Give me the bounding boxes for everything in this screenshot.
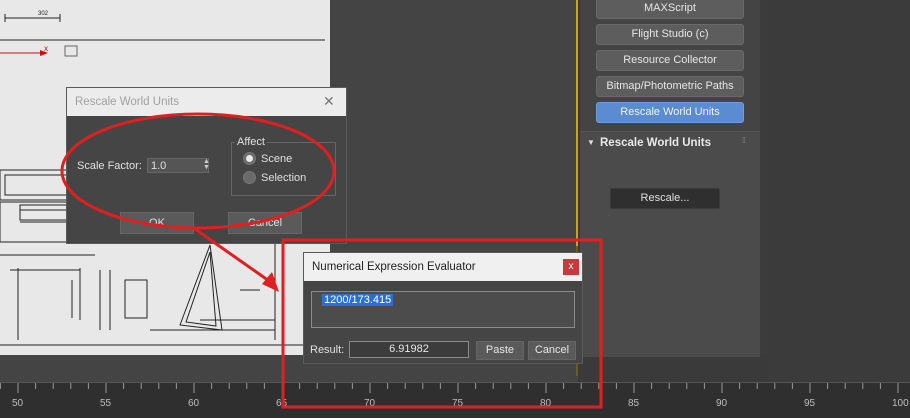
- grip-icon[interactable]: ⁞⁞: [742, 136, 746, 145]
- svg-text:x: x: [44, 44, 48, 53]
- timeline-frame-label: 65: [276, 398, 288, 409]
- scene-radio[interactable]: [243, 152, 256, 165]
- timeline-ruler[interactable]: 50 55 60 65 70 75 80 85 90 95 100: [0, 382, 910, 418]
- scale-factor-label: Scale Factor:: [77, 160, 142, 172]
- timeline-frame-label: 100: [892, 398, 909, 409]
- scene-radio-label[interactable]: Scene: [261, 153, 292, 165]
- nee-cancel-button[interactable]: Cancel: [528, 341, 576, 360]
- numerical-expression-evaluator-dialog: Numerical Expression Evaluator x 1200/17…: [303, 252, 583, 364]
- timeline-frame-label: 80: [540, 398, 552, 409]
- timeline-frame-label: 70: [364, 398, 376, 409]
- timeline-frame-label: 75: [452, 398, 464, 409]
- nee-title: Numerical Expression Evaluator: [312, 261, 476, 273]
- expression-text[interactable]: 1200/173.415: [322, 294, 394, 306]
- panel-scrollbar[interactable]: [760, 0, 768, 355]
- result-label: Result:: [310, 344, 345, 356]
- rescale-button[interactable]: Rescale...: [610, 188, 720, 209]
- rescale-world-units-button[interactable]: Rescale World Units: [596, 102, 744, 123]
- close-icon[interactable]: ✕: [323, 93, 335, 110]
- viewport-active-border: [576, 0, 578, 246]
- timeline-frame-label: 90: [716, 398, 728, 409]
- utilities-list: MAXScript Flight Studio (c) Resource Col…: [580, 0, 760, 126]
- cancel-button[interactable]: Cancel: [228, 212, 302, 234]
- flight-studio-button[interactable]: Flight Studio (c): [596, 24, 744, 45]
- timeline-frame-label: 50: [12, 398, 24, 409]
- svg-text:302: 302: [38, 11, 49, 17]
- timeline-frame-label: 95: [804, 398, 816, 409]
- affect-label: Affect: [235, 136, 267, 148]
- maxscript-button[interactable]: MAXScript: [596, 0, 744, 19]
- ok-button[interactable]: OK: [120, 212, 194, 234]
- rescale-rollout: ▼ Rescale World Units ⁞⁞ Rescale...: [580, 131, 760, 357]
- rollout-title[interactable]: Rescale World Units: [600, 137, 711, 149]
- right-area: [768, 0, 910, 382]
- paste-button[interactable]: Paste: [476, 341, 524, 360]
- timeline-frame-label: 85: [628, 398, 640, 409]
- timeline-frame-label: 60: [188, 398, 200, 409]
- dialog-title: Rescale World Units: [75, 96, 179, 108]
- selection-radio-label[interactable]: Selection: [261, 172, 306, 184]
- resource-collector-button[interactable]: Resource Collector: [596, 50, 744, 71]
- timeline-frame-label: 55: [100, 398, 112, 409]
- spinner-icon[interactable]: ▲ ▼: [203, 158, 210, 171]
- result-value: 6.91982: [349, 341, 469, 358]
- nee-close-icon[interactable]: x: [563, 259, 579, 275]
- rescale-world-units-dialog: Rescale World Units ✕ Scale Factor: 1.0 …: [66, 87, 347, 244]
- scale-factor-input[interactable]: 1.0: [147, 158, 209, 173]
- bitmap-photometric-paths-button[interactable]: Bitmap/Photometric Paths: [596, 76, 744, 97]
- collapse-triangle-icon[interactable]: ▼: [587, 138, 595, 147]
- expression-input[interactable]: 1200/173.415: [311, 291, 575, 328]
- affect-group: [231, 142, 336, 196]
- selection-radio[interactable]: [243, 171, 256, 184]
